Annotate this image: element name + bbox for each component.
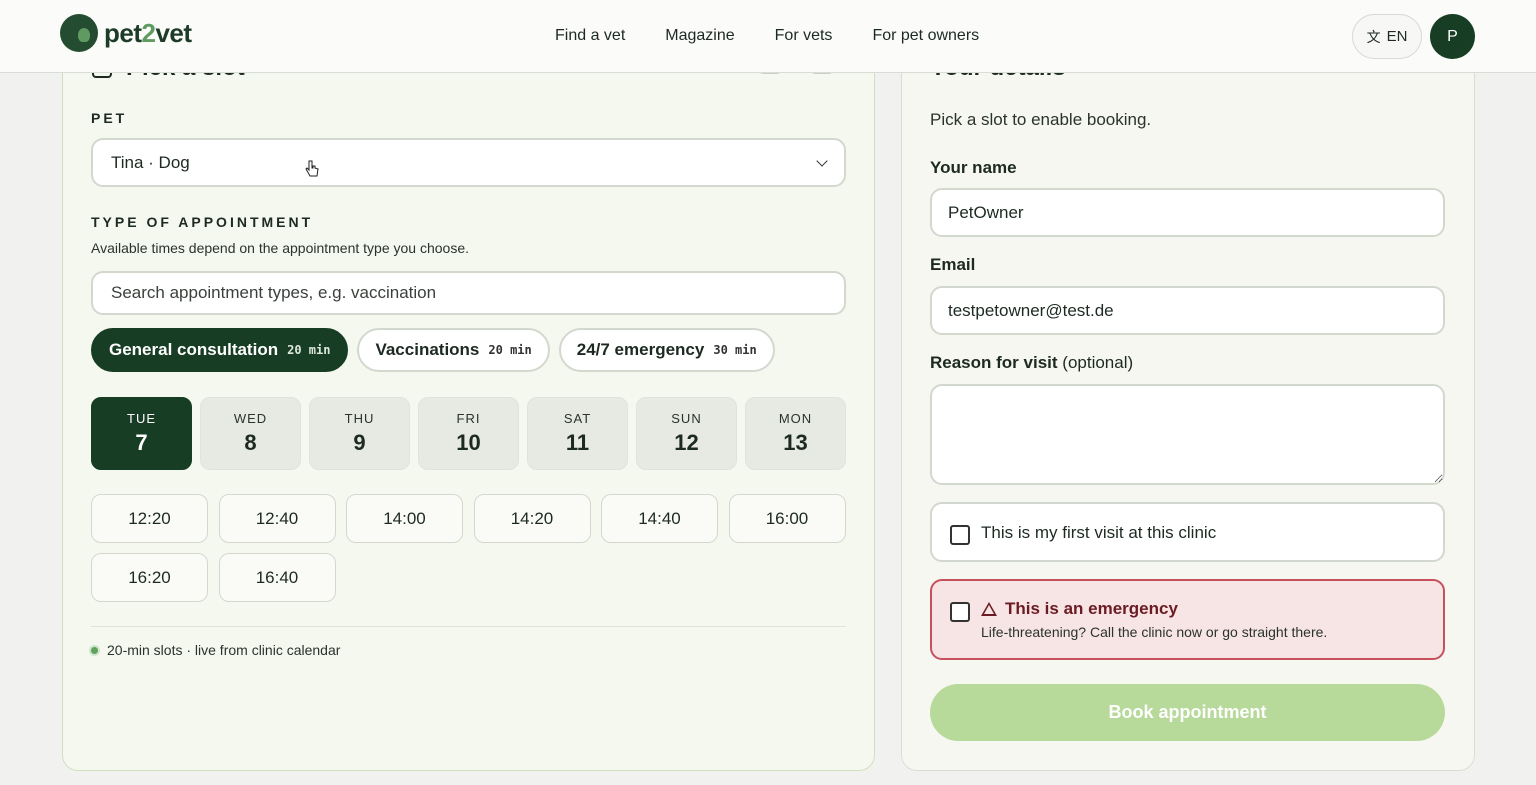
type-chip-general-consultation[interactable]: General consultation 20 min [91, 328, 349, 372]
day-number: 12 [674, 430, 699, 455]
time-slot[interactable]: 14:40 [601, 494, 718, 543]
chevron-down-icon [816, 154, 828, 167]
day-of-week: SAT [563, 411, 592, 426]
day-number: 10 [456, 430, 481, 455]
type-chip-vaccinations[interactable]: Vaccinations 20 min [357, 328, 550, 372]
first-visit-label: This is my first visit at this clinic [981, 523, 1217, 542]
type-chip-label: Vaccinations [375, 340, 480, 359]
type-chip-duration: 20 min [488, 343, 532, 357]
reason-label: Reason for visit (optional) [930, 353, 1133, 373]
logo-icon [60, 14, 98, 52]
first-visit-checkbox[interactable] [950, 525, 970, 545]
day-number: 7 [135, 430, 148, 455]
time-slot[interactable]: 12:40 [218, 494, 336, 543]
time-slot[interactable]: 14:20 [473, 494, 591, 543]
emergency-title-text: This is an emergency [1005, 599, 1178, 618]
book-appointment-button[interactable]: Book appointment [930, 684, 1445, 741]
day-of-week: WED [233, 411, 268, 426]
warning-icon [981, 602, 997, 616]
pet-select-value: Tina · Dog [111, 152, 190, 172]
nav-magazine[interactable]: Magazine [665, 27, 734, 45]
user-avatar[interactable]: P [1430, 14, 1475, 59]
day-number: 8 [244, 430, 257, 455]
booking-hint: Pick a slot to enable booking. [930, 110, 1152, 129]
nav-for-vets[interactable]: For vets [775, 27, 833, 45]
type-chip-duration: 30 min [713, 343, 757, 357]
type-chip-duration: 20 min [287, 343, 331, 357]
appointment-type-search-input[interactable] [91, 271, 846, 315]
reason-textarea[interactable] [930, 384, 1445, 485]
first-visit-option[interactable]: This is my first visit at this clinic [930, 502, 1445, 562]
email-input[interactable] [930, 286, 1445, 335]
time-slot[interactable]: 16:40 [218, 553, 336, 602]
day-picker: TUE 7 WED 8 THU 9 FRI 10 SAT 11 SUN 12 MON 13 [91, 397, 846, 470]
emergency-title: This is an emergency [981, 599, 1178, 619]
day-of-week: TUE [127, 411, 156, 426]
day-thu-9[interactable]: THU 9 [309, 397, 410, 470]
divider [91, 626, 846, 627]
pet-select[interactable]: Tina · Dog [91, 138, 846, 187]
time-slot[interactable]: 14:00 [346, 494, 463, 543]
day-tue-7[interactable]: TUE 7 [91, 397, 192, 470]
type-chip-emergency[interactable]: 24/7 emergency 30 min [558, 328, 775, 372]
email-label: Email [930, 255, 976, 274]
day-sat-11[interactable]: SAT 11 [527, 397, 628, 470]
live-status-dot-icon [89, 644, 100, 656]
pet-label: PET [91, 110, 128, 126]
day-sun-12[interactable]: SUN 12 [636, 397, 737, 470]
calendar-status-text: 20-min slots · live from clinic calendar [107, 642, 341, 658]
name-label: Your name [930, 158, 1017, 177]
emergency-checkbox[interactable] [950, 602, 970, 622]
day-of-week: SUN [671, 411, 702, 426]
type-chip-label: General consultation [109, 340, 279, 359]
appointment-type-hint: Available times depend on the appointmen… [91, 240, 469, 256]
type-chip-label: 24/7 emergency [576, 340, 705, 359]
reason-optional-text: (optional) [1062, 353, 1134, 372]
day-wed-8[interactable]: WED 8 [200, 397, 301, 470]
brand-logo[interactable]: pet2vet [60, 14, 192, 52]
hand-cursor-icon [305, 160, 319, 177]
time-slot[interactable]: 16:00 [728, 494, 846, 543]
name-input[interactable] [930, 188, 1445, 237]
day-of-week: MON [778, 411, 813, 426]
day-number: 11 [565, 430, 590, 455]
time-slot[interactable]: 12:20 [91, 494, 208, 543]
time-slot-grid: 12:20 12:40 14:00 14:20 14:40 16:00 16:2… [91, 494, 847, 602]
calendar-status: 20-min slots · live from clinic calendar [89, 642, 340, 658]
day-of-week: THU [344, 411, 375, 426]
day-number: 9 [353, 430, 366, 455]
appointment-type-chips: General consultation 20 min Vaccinations… [91, 328, 775, 372]
time-slot[interactable]: 16:20 [91, 553, 208, 602]
day-of-week: FRI [456, 411, 481, 426]
language-code: EN [1386, 28, 1408, 45]
nav-for-pet-owners[interactable]: For pet owners [872, 27, 979, 45]
translate-icon: 文 [1366, 28, 1381, 45]
day-fri-10[interactable]: FRI 10 [418, 397, 519, 470]
day-number: 13 [783, 430, 808, 455]
top-navigation-bar: pet2vet Find a vet Magazine For vets For… [0, 0, 1536, 73]
emergency-description: Life-threatening? Call the clinic now or… [981, 624, 1328, 640]
day-mon-13[interactable]: MON 13 [745, 397, 846, 470]
emergency-option[interactable]: This is an emergency Life-threatening? C… [930, 579, 1445, 660]
nav-find-a-vet[interactable]: Find a vet [555, 27, 625, 45]
main-nav: Find a vet Magazine For vets For pet own… [555, 27, 979, 45]
appointment-type-label: TYPE OF APPOINTMENT [91, 214, 314, 230]
language-switcher[interactable]: 文 EN [1352, 14, 1422, 59]
reason-label-text: Reason for visit [930, 353, 1058, 372]
brand-name: pet2vet [104, 17, 192, 48]
